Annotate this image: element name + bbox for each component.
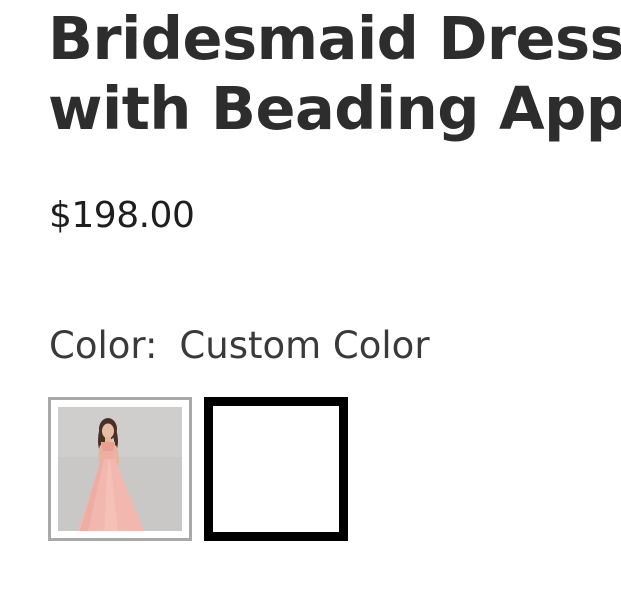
- selected-color-value: Custom Color: [179, 324, 430, 367]
- product-price: $198.00: [49, 195, 195, 236]
- product-title: Bridesmaid Dress with Beading App: [48, 4, 621, 144]
- color-swatch-pink[interactable]: [48, 397, 192, 541]
- color-swatch-custom[interactable]: [204, 397, 348, 541]
- product-title-line-1: Bridesmaid Dress: [48, 4, 621, 73]
- product-details: Bridesmaid Dress with Beading App $198.00…: [48, 0, 621, 593]
- dress-photo-icon: [58, 407, 182, 531]
- product-title-line-2: with Beading App: [48, 74, 621, 143]
- color-label: Color:: [49, 324, 158, 367]
- color-selection-label: Color: Custom Color: [49, 322, 430, 370]
